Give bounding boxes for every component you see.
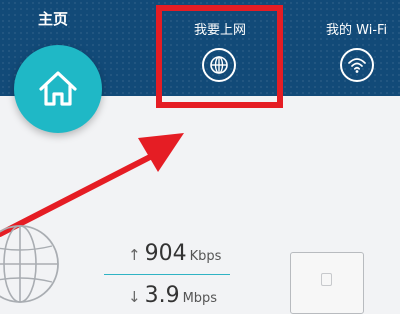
upload-speed-value: 904 (144, 241, 187, 266)
stats-divider (104, 274, 230, 275)
download-speed-value: 3.9 (144, 283, 180, 308)
upload-arrow-icon: ↑ (128, 246, 141, 264)
internet-globe-icon (0, 225, 59, 303)
router-icon (290, 252, 364, 314)
download-speed-unit: Mbps (182, 291, 218, 306)
upload-speed-unit: Kbps (189, 249, 222, 264)
router-indicator (321, 273, 332, 286)
download-speed: ↓ 3.9 Mbps (128, 283, 217, 308)
download-arrow-icon: ↓ (128, 288, 141, 306)
upload-speed: ↑ 904 Kbps (128, 241, 221, 266)
